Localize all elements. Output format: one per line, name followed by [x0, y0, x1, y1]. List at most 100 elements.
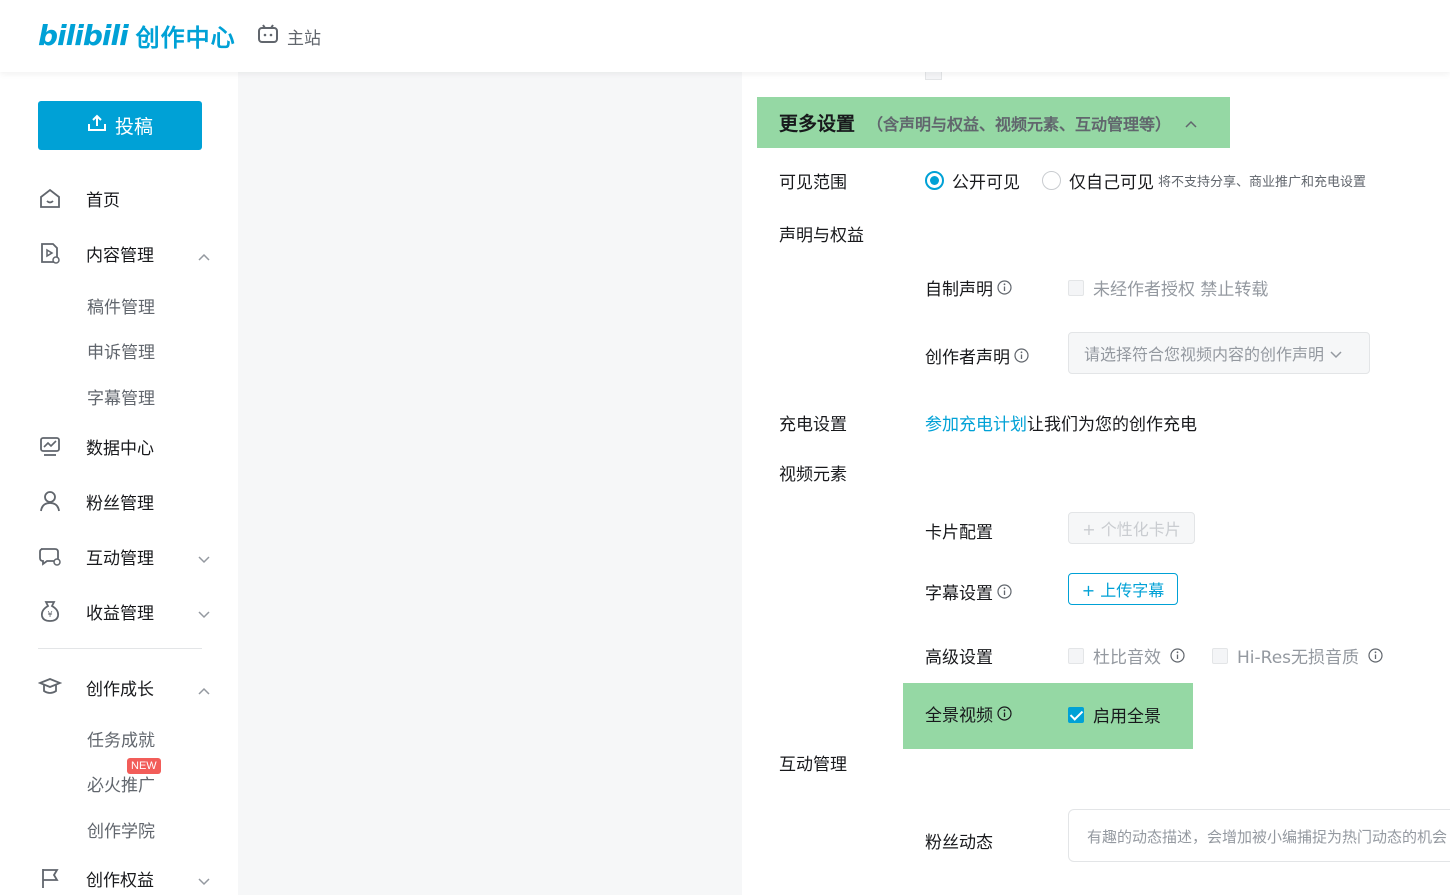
hires-checkbox[interactable]: [1212, 647, 1228, 664]
card-label-text: 卡片配置: [925, 523, 993, 543]
sidebar-item-data[interactable]: 数据中心: [38, 431, 212, 461]
logo-mark: bilibili: [38, 19, 129, 52]
chevron-up-icon: [198, 246, 210, 266]
sidebar-item-interact[interactable]: 互动管理: [38, 541, 212, 571]
more-settings-title: 更多设置: [779, 113, 856, 135]
upload-subtitle-button[interactable]: + 上传字幕: [1068, 573, 1178, 605]
sidebar-item-label: 创作权益: [86, 870, 154, 891]
main-site-label: 主站: [287, 29, 321, 49]
advanced-label-text: 高级设置: [925, 648, 993, 668]
creator-decl-label: 创作者声明: [925, 343, 1029, 368]
visibility-public-option[interactable]: 公开可见: [925, 168, 1020, 193]
info-icon[interactable]: [997, 706, 1012, 721]
sidebar-item-home[interactable]: 首页: [38, 183, 212, 213]
interact-label: 互动管理: [779, 755, 847, 775]
sidebar-item-label: 收益管理: [86, 603, 154, 624]
tv-icon: [257, 24, 279, 49]
sidebar-subitem-tasks[interactable]: 任务成就: [87, 726, 155, 751]
sidebar-item-label: 数据中心: [86, 438, 154, 459]
visibility-private-option[interactable]: 仅自己可见 将不支持分享、商业推广和充电设置: [1042, 168, 1366, 193]
sidebar-subitem-subtitles[interactable]: 字幕管理: [87, 384, 155, 409]
chevron-down-icon: [198, 549, 210, 569]
sidebar-item-label: 首页: [86, 190, 120, 211]
charge-row: 参加充电计划让我们为您的创作充电: [925, 410, 1197, 435]
upload-form: 更多设置 （含声明与权益、视频元素、互动管理等） 可见范围 公开可见 仅自己可见…: [742, 72, 1450, 895]
info-icon[interactable]: [1170, 648, 1185, 663]
creator-decl-select[interactable]: 请选择符合您视频内容的创作声明: [1068, 332, 1370, 374]
sidebar-subitem-promotion[interactable]: 必火推广: [87, 771, 155, 796]
creator-decl-placeholder: 请选择符合您视频内容的创作声明: [1084, 345, 1325, 364]
info-icon[interactable]: [997, 584, 1012, 599]
self-made-label-text: 自制声明: [925, 280, 993, 300]
sidebar-subitem-academy[interactable]: 创作学院: [87, 817, 155, 842]
content-file-icon: [38, 241, 62, 265]
sidebar-item-income[interactable]: ¥ 收益管理: [38, 596, 212, 626]
chart-icon: [38, 434, 62, 458]
visibility-label: 可见范围: [779, 173, 847, 193]
charge-text: 让我们为您的创作充电: [1027, 415, 1197, 435]
upload-label: 投稿: [114, 116, 153, 138]
charge-label: 充电设置: [779, 415, 847, 435]
logo-text: 创作中心: [135, 24, 236, 52]
upload-icon: [87, 114, 107, 137]
panorama-label-text: 全景视频: [925, 706, 993, 726]
chevron-down-icon: [1330, 344, 1342, 363]
sidebar-item-label: 粉丝管理: [86, 493, 154, 514]
user-icon: [38, 489, 62, 513]
panorama-checkbox[interactable]: [1068, 706, 1084, 723]
visibility-public-label: 公开可见: [952, 173, 1020, 193]
sidebar-divider: [38, 648, 202, 649]
visibility-private-note: 将不支持分享、商业推广和充电设置: [1158, 175, 1367, 190]
dolby-checkbox[interactable]: [1068, 647, 1084, 664]
new-badge: NEW: [127, 758, 161, 774]
more-settings-toggle[interactable]: 更多设置 （含声明与权益、视频元素、互动管理等）: [757, 97, 1230, 148]
money-bag-icon: ¥: [38, 599, 62, 623]
upload-button[interactable]: 投稿: [38, 101, 202, 150]
sidebar-item-label: 内容管理: [86, 245, 154, 266]
self-made-checkbox[interactable]: [1068, 279, 1084, 296]
sidebar-item-content[interactable]: 内容管理: [38, 238, 212, 268]
self-made-option[interactable]: 未经作者授权 禁止转载: [1068, 275, 1268, 300]
radio-public[interactable]: [925, 171, 944, 190]
chevron-up-icon: [198, 680, 210, 700]
sidebar-item-label: 创作成长: [86, 679, 154, 700]
sidebar-subitem-manuscripts[interactable]: 稿件管理: [87, 293, 155, 318]
hires-option[interactable]: Hi-Res无损音质: [1212, 643, 1383, 668]
sidebar-item-growth[interactable]: 创作成长: [38, 672, 212, 702]
sidebar-item-rights[interactable]: 创作权益: [38, 863, 212, 893]
svg-text:¥: ¥: [47, 610, 52, 619]
flag-icon: [38, 866, 62, 890]
more-settings-subtitle: （含声明与权益、视频元素、互动管理等）: [867, 114, 1172, 134]
video-elements-label: 视频元素: [779, 465, 847, 485]
rights-label: 声明与权益: [779, 226, 864, 246]
sidebar: 投稿 首页 内容管理 稿件管理 申诉管理 字幕管理 数据中心 粉丝管理 互动管理…: [0, 72, 238, 895]
sidebar-item-label: 互动管理: [86, 548, 154, 569]
charge-plan-link[interactable]: 参加充电计划: [925, 415, 1027, 435]
background-panel: [238, 72, 742, 895]
visibility-private-label: 仅自己可见: [1069, 173, 1154, 193]
chevron-down-icon: [198, 604, 210, 624]
main-site-link[interactable]: 主站: [257, 24, 321, 49]
dolby-option[interactable]: 杜比音效: [1068, 643, 1185, 668]
panorama-option-label: 启用全景: [1093, 707, 1161, 727]
chat-bubble-icon: [38, 544, 62, 568]
creator-decl-label-text: 创作者声明: [925, 348, 1010, 368]
cut-off-checkbox[interactable]: [925, 72, 942, 80]
chevron-up-icon: [1185, 113, 1197, 132]
sidebar-item-fans[interactable]: 粉丝管理: [38, 486, 212, 516]
top-header: bilibili 创作中心 主站: [0, 0, 1450, 72]
info-icon[interactable]: [1368, 648, 1383, 663]
sidebar-subitem-appeals[interactable]: 申诉管理: [87, 338, 155, 363]
fan-dynamic-input[interactable]: 有趣的动态描述，会增加被小编捕捉为热门动态的机会: [1068, 809, 1450, 862]
dolby-label: 杜比音效: [1093, 648, 1161, 668]
info-icon[interactable]: [1014, 348, 1029, 363]
subtitle-label-text: 字幕设置: [925, 584, 993, 604]
fan-dynamic-label-text: 粉丝动态: [925, 833, 993, 853]
panorama-label: 全景视频: [925, 701, 1012, 726]
card-label: 卡片配置: [925, 518, 993, 543]
panorama-option[interactable]: 启用全景: [1068, 702, 1161, 727]
bilibili-logo[interactable]: bilibili 创作中心: [38, 18, 236, 53]
personal-card-button[interactable]: + 个性化卡片: [1068, 512, 1195, 544]
radio-private[interactable]: [1042, 171, 1061, 190]
info-icon[interactable]: [997, 280, 1012, 295]
